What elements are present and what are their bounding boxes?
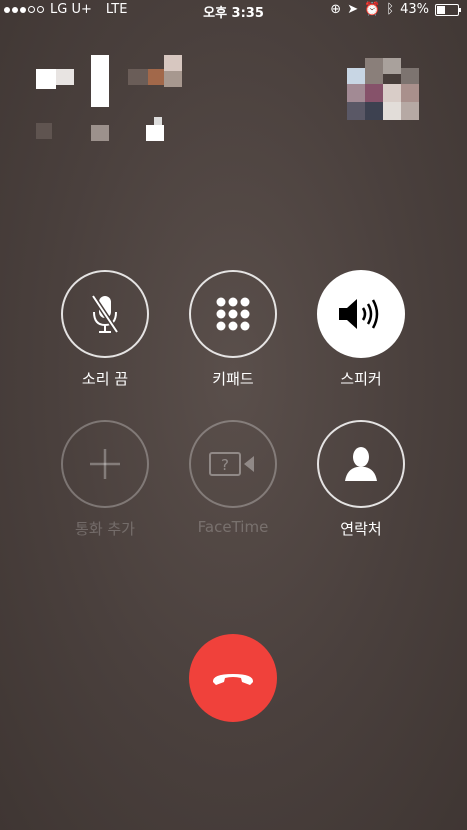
keypad-button[interactable]: 키패드 xyxy=(188,270,278,389)
plus-icon xyxy=(90,449,120,479)
facetime-button[interactable]: ? FaceTime xyxy=(188,420,278,536)
mute-button[interactable]: 소리 끔 xyxy=(60,270,150,389)
location-arrow-icon: ➤ xyxy=(347,2,359,17)
keypad-label: 키패드 xyxy=(212,370,254,388)
rotation-lock-icon: ⊕ xyxy=(330,2,342,17)
status-bar: LG U+ LTE 오후 3:35 ⊕ ➤ ⏰ ᛒ 43% xyxy=(0,0,467,22)
alarm-icon: ⏰ xyxy=(364,2,381,17)
speaker-icon xyxy=(339,299,379,329)
keypad-button-circle[interactable] xyxy=(189,270,277,358)
contacts-button-circle[interactable] xyxy=(317,420,405,508)
contacts-label: 연락처 xyxy=(340,520,382,538)
speaker-button-circle[interactable] xyxy=(317,270,405,358)
battery-icon xyxy=(435,3,461,16)
contact-photo-redacted xyxy=(347,58,422,128)
speaker-button[interactable]: 스피커 xyxy=(316,270,406,389)
facetime-label: FaceTime xyxy=(197,518,269,536)
facetime-icon: ? xyxy=(209,452,254,476)
end-call-button[interactable] xyxy=(189,634,277,722)
add-call-label: 통화 추가 xyxy=(75,520,135,538)
facetime-button-circle[interactable]: ? xyxy=(189,420,277,508)
mute-label: 소리 끔 xyxy=(81,370,129,388)
status-right: ⊕ ➤ ⏰ ᛒ 43% xyxy=(330,2,461,17)
phone-hangup-icon xyxy=(212,674,254,685)
caller-name-redacted xyxy=(36,55,196,145)
contacts-button[interactable]: 연락처 xyxy=(316,420,406,539)
mic-muted-icon xyxy=(90,294,120,334)
add-call-button[interactable]: 통화 추가 xyxy=(60,420,150,539)
keypad-icon xyxy=(216,297,250,331)
add-call-button-circle[interactable] xyxy=(61,420,149,508)
speaker-label: 스피커 xyxy=(340,370,382,388)
mute-button-circle[interactable] xyxy=(61,270,149,358)
contact-icon xyxy=(345,447,377,481)
battery-percent: 43% xyxy=(400,2,429,17)
svg-text:?: ? xyxy=(221,456,229,474)
bluetooth-icon: ᛒ xyxy=(386,2,395,17)
